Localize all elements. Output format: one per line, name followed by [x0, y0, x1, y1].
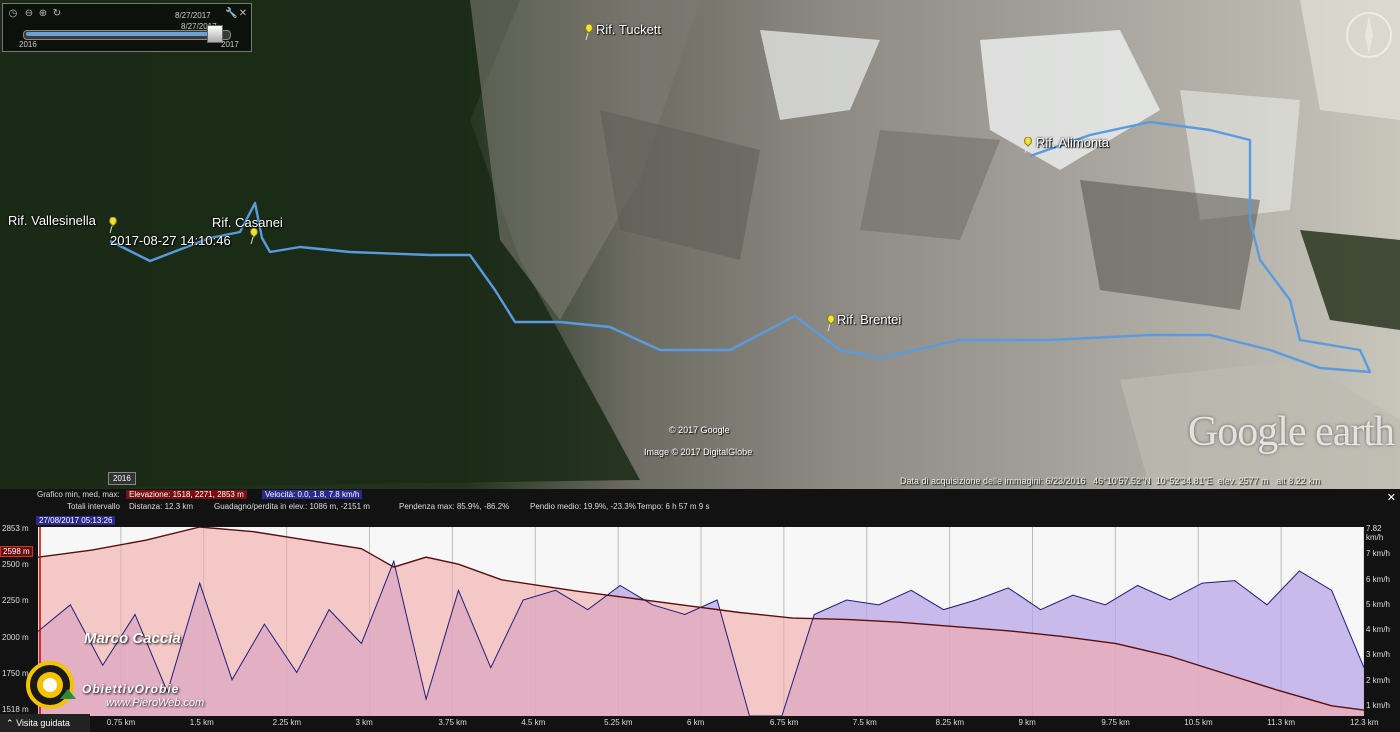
place-label-vallesinella[interactable]: Rif. Vallesinella — [8, 213, 96, 228]
x-axis-label: 12.3 km — [1350, 718, 1379, 727]
y-axis-right-label: 7.82 km/h — [1366, 524, 1384, 542]
totals-label: Totali intervallo — [67, 502, 120, 511]
x-axis-label: 4.5 km — [521, 718, 546, 727]
elevation-profile-panel: Grafico min, med, max: Elevazione: 1518,… — [0, 489, 1400, 732]
cursor-date: 27/08/2017 05:13:26 — [36, 516, 116, 525]
slider-range — [26, 32, 218, 36]
historical-imagery-badge[interactable]: 2016 — [108, 472, 136, 485]
x-axis-label: 0.75 km — [106, 718, 136, 727]
y-axis-right-label: 2 km/h — [1366, 675, 1391, 685]
pushpin-icon[interactable] — [108, 217, 118, 233]
gain-stat: Guadagno/perdita in elev.: 1086 m, -2151… — [214, 502, 370, 511]
refresh-icon[interactable]: ↻ — [51, 8, 63, 20]
compass-icon[interactable] — [1344, 10, 1394, 60]
site-watermark: ObiettivOrobie — [82, 682, 180, 696]
track-timestamp: 2017-08-27 14:10:46 — [110, 233, 231, 248]
cursor-elevation: 2598 m — [0, 546, 33, 557]
x-axis-label: 8.25 km — [935, 718, 965, 727]
zoom-out-icon[interactable]: ⊖ — [23, 8, 35, 20]
elevation-stat[interactable]: Elevazione: 1518, 2271, 2853 m — [126, 490, 247, 499]
y-axis-label: 2250 m — [2, 596, 29, 606]
pushpin-icon[interactable] — [1023, 137, 1033, 153]
status-date: Data di acquisizione delle immagini: 6/2… — [900, 476, 1086, 486]
y-axis-label: 2500 m — [2, 560, 29, 570]
y-axis-right-label: 3 km/h — [1366, 650, 1391, 660]
y-axis-label: 2000 m — [2, 632, 29, 642]
slope-avg-stat: Pendio medio: 19.9%, -23.3% — [530, 502, 636, 511]
x-axis-label: 6.75 km — [769, 718, 799, 727]
x-axis-label: 9.75 km — [1101, 718, 1130, 727]
site-url-watermark: www.PieroWeb.com — [106, 697, 205, 709]
zoom-in-icon[interactable]: ⊕ — [37, 8, 49, 20]
slider-year-left: 2016 — [19, 40, 37, 49]
wrench-icon[interactable]: 🔧 — [225, 8, 237, 20]
place-label-casanei[interactable]: Rif. Casanei — [212, 215, 283, 230]
place-label-tuckett[interactable]: Rif. Tuckett — [596, 22, 661, 37]
distance-stat: Distanza: 12.3 km — [129, 502, 194, 511]
x-axis-label: 2.25 km — [272, 718, 302, 727]
x-axis-label: 9 km — [1018, 718, 1036, 727]
y-axis-label: 1750 m — [2, 668, 29, 678]
copyright-image: Image © 2017 DigitalGlobe — [644, 447, 753, 457]
slider-track[interactable] — [23, 30, 231, 40]
x-axis-label: 10.5 km — [1184, 718, 1213, 727]
obiettivorobie-logo-icon — [26, 661, 76, 709]
elevation-chart[interactable] — [38, 527, 1364, 716]
clock-icon[interactable]: ◷ — [7, 8, 19, 20]
close-icon[interactable]: ✕ — [237, 8, 249, 20]
pushpin-icon[interactable] — [249, 228, 259, 244]
chevron-up-icon: ⌃ — [6, 718, 14, 728]
status-bar: Data di acquisizione delle immagini: 6/2… — [900, 476, 1320, 486]
x-axis-label: 3 km — [355, 718, 373, 727]
y-axis-right-label: 6 km/h — [1366, 574, 1391, 584]
y-axis-label: 1518 m — [2, 705, 29, 714]
x-axis-label: 11.3 km — [1267, 718, 1295, 727]
y-axis-right-label: 4 km/h — [1366, 625, 1391, 635]
slope-max-stat: Pendenza max: 85.9%, -86.2% — [399, 502, 510, 511]
x-axis-label: 7.5 km — [852, 718, 877, 727]
graph-label: Grafico min, med, max: — [37, 490, 120, 499]
x-axis-label: 5.25 km — [604, 718, 633, 727]
pushpin-icon[interactable] — [584, 24, 594, 40]
guided-tour-label: Visita guidata — [16, 718, 70, 728]
status-alt: alt 8.22 km — [1276, 476, 1321, 486]
y-axis-label: 2853 m — [2, 524, 29, 533]
slider-year-right: 2017 — [221, 40, 239, 49]
place-label-brentei[interactable]: Rif. Brentei — [837, 312, 901, 327]
y-axis-right-label: 1 km/h — [1366, 701, 1391, 710]
y-axis-right-label: 7 km/h — [1366, 549, 1391, 559]
author-watermark: Marco Caccia — [84, 630, 181, 647]
guided-tour-button[interactable]: ⌃ Visita guidata — [0, 714, 90, 732]
google-earth-logo: Google earth — [1187, 409, 1395, 455]
x-axis-label: 3.75 km — [438, 718, 467, 727]
map-view[interactable]: Rif. Tuckett Rif. Alimonta Rif. Vallesin… — [0, 0, 1400, 489]
x-axis-label: 6 km — [687, 718, 705, 727]
copyright-google: © 2017 Google — [669, 425, 730, 435]
status-elev: elev. 2577 m — [1217, 476, 1269, 486]
pushpin-icon[interactable] — [826, 315, 836, 331]
x-axis-label: 1.5 km — [189, 718, 214, 727]
y-axis-right-label: 5 km/h — [1366, 599, 1391, 609]
close-icon[interactable]: ✕ — [1387, 491, 1396, 504]
velocity-stat[interactable]: Velocità: 0.0, 1.8, 7.8 km/h — [262, 490, 363, 499]
status-lon: 10°52'34.81"E — [1155, 476, 1213, 486]
time-slider-panel: ◷ ⊖ ⊕ ↻ 8/27/2017 8/27/2017 🔧 ✕ 2016 201… — [2, 3, 252, 52]
time-stat: Tempo: 6 h 57 m 9 s — [637, 502, 710, 511]
place-label-alimonta[interactable]: Rif. Alimonta — [1036, 135, 1109, 150]
slider-date-start: 8/27/2017 — [175, 11, 211, 20]
status-lat: 46°10'57.52"N — [1093, 476, 1151, 486]
